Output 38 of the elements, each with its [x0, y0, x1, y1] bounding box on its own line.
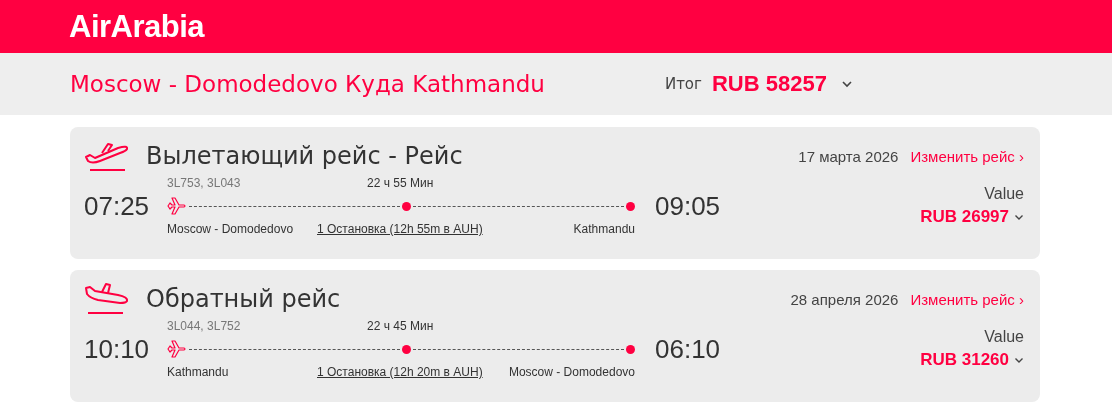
stops-link[interactable]: 1 Остановка (12h 55m в AUH) — [317, 222, 483, 236]
chevron-down-icon[interactable] — [1014, 213, 1024, 221]
fare-price: RUB 26997 — [920, 207, 1009, 227]
fare-price: RUB 31260 — [920, 350, 1009, 370]
flight-numbers: 3L753, 3L043 — [167, 176, 242, 190]
change-flight-link[interactable]: Изменить рейс › — [910, 290, 1024, 308]
chevron-down-icon[interactable] — [840, 80, 853, 88]
duration: 22 ч 45 Мин — [367, 319, 434, 333]
destination-dot — [626, 201, 635, 211]
fare-name: Value — [984, 328, 1024, 346]
change-flight-link[interactable]: Изменить рейс › — [910, 147, 1024, 165]
departure-time: 07:25 — [84, 190, 151, 222]
stop-dot — [402, 201, 411, 211]
logo[interactable]: AirArabia — [69, 8, 205, 45]
duration: 22 ч 55 Мин — [367, 176, 434, 190]
flight-date: 28 апреля 2026 — [790, 290, 899, 308]
stop-dot — [402, 344, 411, 354]
departure-time: 10:10 — [84, 333, 151, 365]
flight-numbers: 3L044, 3L752 — [167, 319, 242, 333]
arrival-time: 06:10 — [655, 333, 721, 365]
airplane-icon — [167, 197, 187, 215]
fare-name: Value — [984, 185, 1024, 203]
chevron-down-icon[interactable] — [1014, 356, 1024, 364]
stops-link[interactable]: 1 Остановка (12h 20m в AUH) — [317, 365, 483, 379]
route-title: Moscow - Domodedovo Куда Kathmandu — [70, 71, 545, 97]
origin-city: Kathmandu — [167, 365, 230, 379]
total-price: RUB 58257 — [711, 71, 827, 97]
destination-city: Moscow - Domodedovo — [507, 365, 635, 379]
landing-icon — [84, 282, 130, 316]
flight-date: 17 марта 2026 — [798, 147, 899, 165]
origin-city: Moscow - Domodedovo — [167, 222, 295, 236]
airplane-icon — [167, 340, 187, 358]
flight-title: Вылетающий рейс - Рейс — [146, 142, 463, 170]
destination-dot — [626, 344, 635, 354]
flight-title: Обратный рейс — [146, 285, 341, 313]
arrival-time: 09:05 — [655, 190, 721, 222]
destination-city: Kathmandu — [572, 222, 635, 236]
total-label: Итог — [664, 75, 702, 93]
